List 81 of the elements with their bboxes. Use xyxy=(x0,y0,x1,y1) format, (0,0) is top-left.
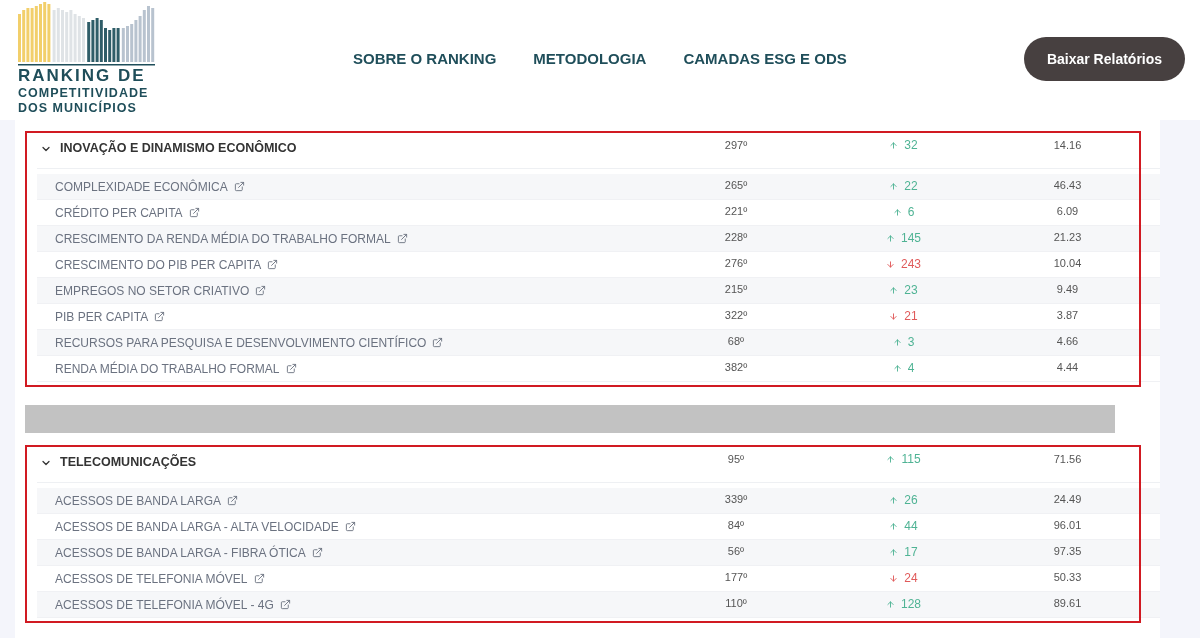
nav-link[interactable]: SOBRE O RANKING xyxy=(353,48,497,71)
score-value: 6.09 xyxy=(1055,204,1080,219)
indicator-link[interactable]: CRESCIMENTO DA RENDA MÉDIA DO TRABALHO FORMAL xyxy=(55,229,391,248)
score-value: 71.56 xyxy=(1052,452,1083,467)
external-link-icon[interactable] xyxy=(279,599,291,610)
delta-value: 21 xyxy=(904,308,918,325)
external-link-icon[interactable] xyxy=(154,311,166,322)
position-value: 221º xyxy=(723,204,749,219)
score-value: 3.87 xyxy=(1055,308,1080,323)
position-value: 322º xyxy=(723,308,749,323)
score-value: 4.66 xyxy=(1055,334,1080,349)
position-value: 297º xyxy=(723,138,749,153)
indicator-link[interactable]: ACESSOS DE TELEFONIA MÓVEL xyxy=(55,569,248,588)
delta-value: 26 xyxy=(904,492,918,509)
position-value: 110º xyxy=(724,596,748,611)
external-link-icon[interactable] xyxy=(396,233,408,244)
indicator-link[interactable]: EMPREGOS NO SETOR CRIATIVO xyxy=(55,281,250,300)
indicator-link[interactable]: CRÉDITO PER CAPITA xyxy=(55,203,183,222)
logo-text: COMPETITIVIDADE xyxy=(18,86,150,100)
score-value: 9.49 xyxy=(1055,282,1080,297)
indicator-link[interactable]: ACESSOS DE BANDA LARGA - FIBRA ÓTICA xyxy=(55,543,306,562)
external-link-icon[interactable] xyxy=(432,337,444,348)
score-value: 21.23 xyxy=(1052,230,1083,245)
score-value: 46.43 xyxy=(1052,178,1083,193)
nav-link[interactable]: METODOLOGIA xyxy=(533,48,647,71)
score-value: 96.01 xyxy=(1052,518,1083,533)
score-value: 4.44 xyxy=(1055,360,1080,375)
delta-value: 128 xyxy=(901,596,921,613)
position-value: 265º xyxy=(723,178,749,193)
delta-value: 3 xyxy=(907,334,915,351)
delta-value: 32 xyxy=(904,137,918,154)
delta-value: 44 xyxy=(904,518,918,535)
external-link-icon[interactable] xyxy=(344,521,356,532)
nav-link[interactable]: CAMADAS ESG E ODS xyxy=(683,48,847,71)
score-value: 14.16 xyxy=(1052,138,1083,153)
position-value: 215º xyxy=(723,282,749,297)
delta-value: 17 xyxy=(904,544,918,561)
position-value: 84º xyxy=(726,518,746,533)
position-value: 95º xyxy=(726,452,746,467)
position-value: 228º xyxy=(723,230,749,245)
external-link-icon[interactable] xyxy=(188,207,200,218)
external-link-icon[interactable] xyxy=(227,495,239,506)
score-value: 97.35 xyxy=(1052,544,1083,559)
delta-value: 6 xyxy=(907,204,915,221)
indicator-link[interactable]: ACESSOS DE BANDA LARGA - ALTA VELOCIDADE xyxy=(55,517,339,536)
download-button[interactable]: Baixar Relatórios xyxy=(1024,37,1185,81)
external-link-icon[interactable] xyxy=(253,573,265,584)
position-value: 68º xyxy=(726,334,746,349)
position-value: 382º xyxy=(723,360,749,375)
position-value: 339º xyxy=(723,492,749,507)
position-value: 177º xyxy=(723,570,749,585)
section-title: TELECOMUNICAÇÕES xyxy=(60,453,197,472)
external-link-icon[interactable] xyxy=(285,363,297,374)
external-link-icon[interactable] xyxy=(267,259,279,270)
delta-value: 145 xyxy=(901,230,921,247)
indicator-link[interactable]: PIB PER CAPITA xyxy=(55,307,149,326)
delta-value: 22 xyxy=(904,178,918,195)
position-value: 276º xyxy=(723,256,749,271)
indicator-link[interactable]: COMPLEXIDADE ECONÔMICA xyxy=(55,177,228,196)
external-link-icon[interactable] xyxy=(255,285,267,296)
logo-text: RANKING DE xyxy=(18,66,147,86)
external-link-icon[interactable] xyxy=(233,181,245,192)
delta-value: 115 xyxy=(901,451,921,468)
score-value: 24.49 xyxy=(1052,492,1083,507)
section-title: INOVAÇÃO E DINAMISMO ECONÔMICO xyxy=(60,139,297,158)
logo-text: DOS MUNICÍPIOS xyxy=(18,101,138,116)
delta-value: 24 xyxy=(904,570,918,587)
bar-chart-logo-icon xyxy=(18,0,155,66)
indicator-link[interactable]: ACESSOS DE BANDA LARGA xyxy=(55,491,222,510)
indicator-link[interactable]: RECURSOS PARA PESQUISA E DESENVOLVIMENTO CIENTÍFICO xyxy=(55,333,427,352)
delta-value: 4 xyxy=(907,360,915,377)
score-value: 89.61 xyxy=(1052,596,1083,611)
external-link-icon[interactable] xyxy=(311,547,323,558)
score-value: 50.33 xyxy=(1052,570,1083,585)
indicator-link[interactable]: CRESCIMENTO DO PIB PER CAPITA xyxy=(55,255,262,274)
delta-value: 243 xyxy=(901,256,921,273)
indicator-link[interactable]: RENDA MÉDIA DO TRABALHO FORMAL xyxy=(55,359,280,378)
score-value: 10.04 xyxy=(1052,256,1083,271)
position-value: 56º xyxy=(726,544,746,559)
indicator-link[interactable]: ACESSOS DE TELEFONIA MÓVEL - 4G xyxy=(55,595,274,614)
delta-value: 23 xyxy=(904,282,918,299)
